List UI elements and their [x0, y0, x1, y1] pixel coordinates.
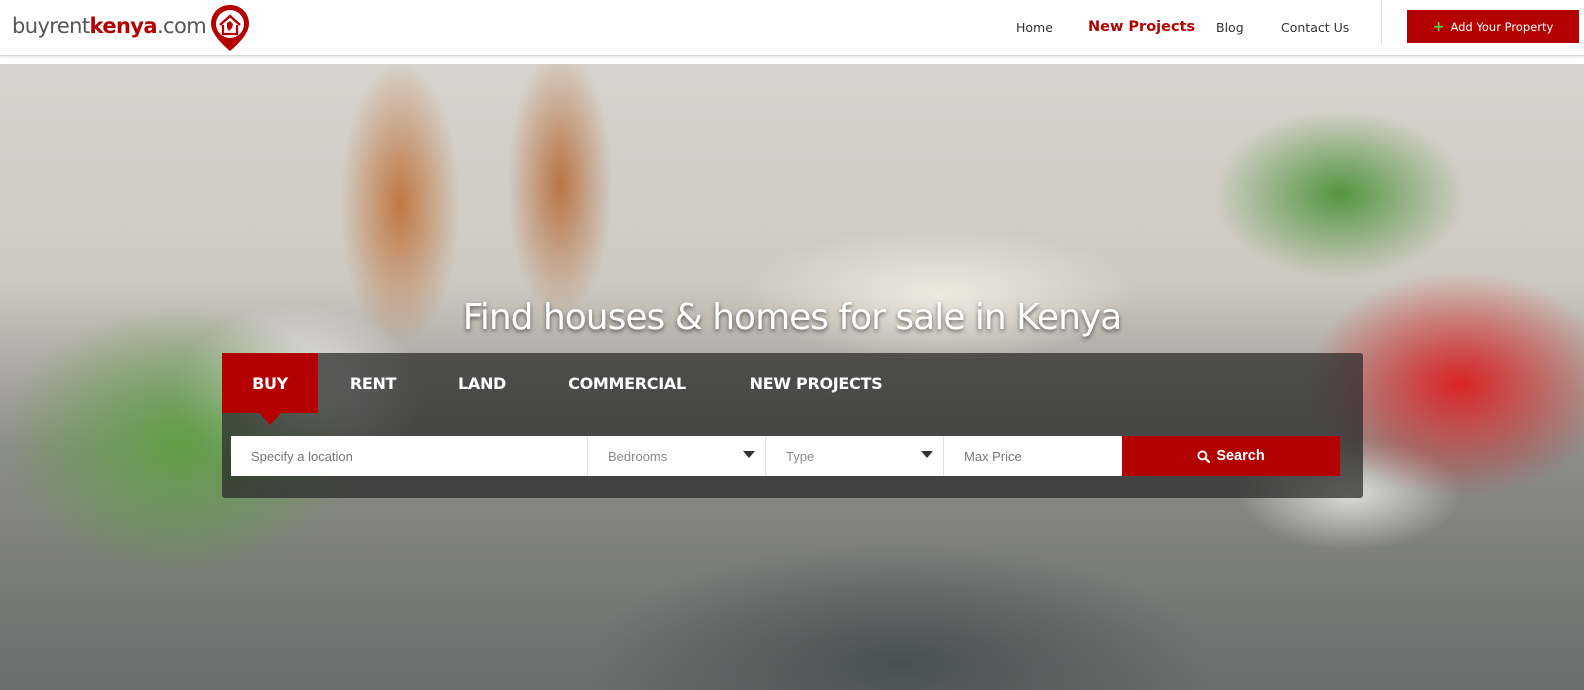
logo-wordmark: buyrentkenya.com — [12, 14, 207, 38]
tab-land[interactable]: LAND — [442, 353, 522, 413]
location-input[interactable] — [231, 436, 587, 476]
bedrooms-select-label: Bedrooms — [608, 448, 668, 464]
tab-new-projects[interactable]: NEW PROJECTS — [732, 353, 900, 413]
search-button-label: Search — [1216, 448, 1265, 464]
location-field — [231, 436, 587, 476]
tab-commercial[interactable]: COMMERCIAL — [552, 353, 702, 413]
nav-home[interactable]: Home — [1016, 20, 1053, 35]
bedrooms-select[interactable]: Bedrooms — [587, 436, 765, 476]
caret-down-icon — [743, 451, 755, 458]
map-pin-house-icon — [211, 5, 250, 51]
tab-buy[interactable]: BUY — [222, 353, 318, 425]
max-price-field — [943, 436, 1122, 476]
add-property-button[interactable]: + Add Your Property — [1407, 10, 1579, 43]
site-logo[interactable]: buyrentkenya.com — [12, 4, 252, 52]
add-property-label: Add Your Property — [1450, 19, 1554, 34]
search-icon — [1197, 449, 1211, 463]
nav-contact-us[interactable]: Contact Us — [1281, 20, 1349, 35]
search-button[interactable]: Search — [1122, 436, 1340, 476]
nav-blog[interactable]: Blog — [1216, 20, 1244, 35]
caret-down-icon — [921, 451, 933, 458]
type-select[interactable]: Type — [765, 436, 943, 476]
search-panel: BUY RENT LAND COMMERCIAL NEW PROJECTS — [222, 353, 1363, 498]
type-select-label: Type — [786, 448, 815, 464]
tab-rent[interactable]: RENT — [334, 353, 412, 413]
nav-divider — [1381, 0, 1382, 44]
hero-title: Find houses & homes for sale in Kenya — [462, 297, 1123, 338]
site-header: buyrentkenya.com Home New Projects Blog … — [0, 0, 1584, 56]
nav-new-projects[interactable]: New Projects — [1088, 19, 1195, 35]
logo-part-buyrent: buyrent — [12, 14, 90, 38]
logo-part-kenya: kenya — [89, 14, 158, 38]
plus-icon: + — [1432, 18, 1445, 35]
max-price-input[interactable] — [944, 436, 1122, 476]
logo-part-com: .com — [156, 14, 207, 38]
